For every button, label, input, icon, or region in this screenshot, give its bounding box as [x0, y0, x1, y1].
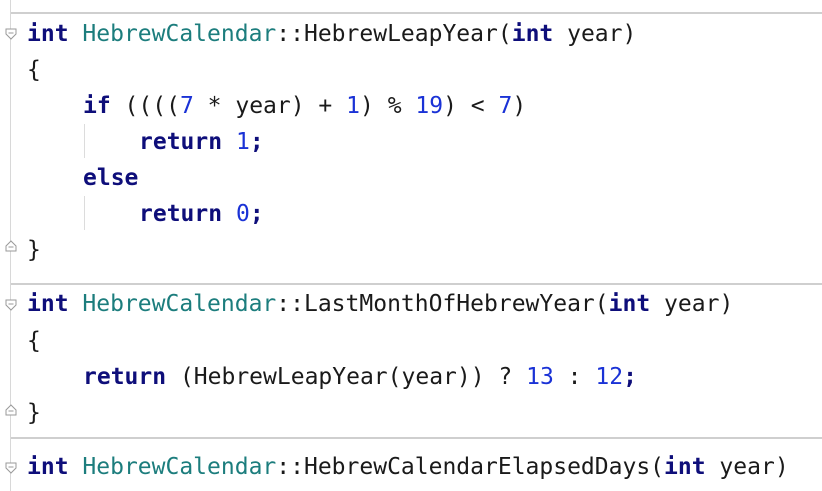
open-brace: {: [27, 57, 41, 83]
code-line-signature[interactable]: int HebrewCalendar::HebrewLeapYear(int y…: [27, 17, 636, 51]
keyword-int: int: [511, 21, 554, 47]
code-line-open-brace[interactable]: {: [27, 324, 41, 358]
param-name: year: [705, 454, 775, 480]
param-name: year: [650, 291, 720, 317]
expr-part: ): [512, 93, 527, 119]
code-line-signature[interactable]: int HebrewCalendar::LastMonthOfHebrewYea…: [27, 287, 733, 321]
method-separator: [11, 12, 822, 14]
keyword-return: return: [139, 201, 223, 227]
expr-part: ) <: [443, 93, 499, 119]
number-literal: 13: [526, 364, 554, 390]
keyword-if: if: [83, 93, 111, 119]
method-separator: [11, 283, 822, 285]
open-paren: (: [650, 454, 665, 480]
fold-collapse-icon[interactable]: [5, 462, 17, 474]
code-line-if[interactable]: if ((((7 * year) + 1) % 19) < 7): [83, 89, 526, 123]
indent-guide: [84, 124, 85, 158]
open-brace: {: [27, 328, 41, 354]
number-literal: 12: [595, 364, 624, 390]
expr-part: :: [553, 364, 596, 390]
keyword-return: return: [139, 129, 223, 155]
keyword-return: return: [83, 364, 167, 390]
close-brace: }: [27, 237, 41, 263]
number-literal: 1: [346, 93, 360, 119]
fold-collapse-icon[interactable]: [5, 299, 17, 311]
semicolon: ;: [249, 201, 264, 227]
expr-part: (HebrewLeapYear(year)) ?: [166, 364, 527, 390]
method-name: HebrewCalendarElapsedDays: [303, 454, 651, 480]
semicolon: ;: [623, 364, 637, 390]
scope-operator: ::: [276, 21, 304, 47]
keyword-else: else: [83, 165, 139, 191]
fold-end-icon[interactable]: [5, 404, 17, 416]
keyword-int: int: [608, 291, 651, 317]
close-paren: ): [622, 21, 637, 47]
number-literal: 1: [235, 129, 250, 155]
code-line-else[interactable]: else: [83, 161, 138, 195]
close-paren: ): [774, 454, 789, 480]
code-line-signature[interactable]: int HebrewCalendar::HebrewCalendarElapse…: [27, 450, 789, 484]
keyword-int: int: [27, 21, 69, 47]
class-name: HebrewCalendar: [82, 21, 277, 47]
code-line-return-1[interactable]: return 1;: [139, 125, 264, 159]
expr-part: ) %: [360, 93, 416, 119]
class-name: HebrewCalendar: [82, 291, 277, 317]
open-paren: (: [497, 21, 512, 47]
method-name: LastMonthOfHebrewYear: [303, 291, 595, 317]
method-separator: [11, 437, 822, 439]
keyword-int: int: [27, 454, 69, 480]
code-line-return-0[interactable]: return 0;: [139, 197, 264, 231]
param-name: year: [553, 21, 623, 47]
class-name: HebrewCalendar: [82, 454, 277, 480]
number-literal: 7: [498, 93, 513, 119]
code-line-close-brace[interactable]: }: [27, 396, 41, 430]
keyword-int: int: [664, 454, 706, 480]
expr-part: ((((: [110, 93, 180, 119]
number-literal: 7: [179, 93, 194, 119]
open-paren: (: [594, 291, 609, 317]
keyword-int: int: [27, 291, 69, 317]
close-paren: ): [719, 291, 734, 317]
indent-guide: [84, 196, 85, 230]
fold-end-icon[interactable]: [5, 240, 17, 252]
semicolon: ;: [249, 129, 264, 155]
code-line-return-ternary[interactable]: return (HebrewLeapYear(year)) ? 13 : 12;: [83, 360, 637, 394]
expr-part: * year) +: [193, 93, 347, 119]
number-literal: 0: [235, 201, 250, 227]
scope-operator: ::: [276, 291, 304, 317]
code-line-close-brace[interactable]: }: [27, 233, 41, 267]
close-brace: }: [27, 400, 41, 426]
method-name: HebrewLeapYear: [303, 21, 498, 47]
scope-operator: ::: [276, 454, 304, 480]
code-line-open-brace[interactable]: {: [27, 53, 41, 87]
number-literal: 19: [415, 93, 444, 119]
fold-collapse-icon[interactable]: [5, 28, 17, 40]
